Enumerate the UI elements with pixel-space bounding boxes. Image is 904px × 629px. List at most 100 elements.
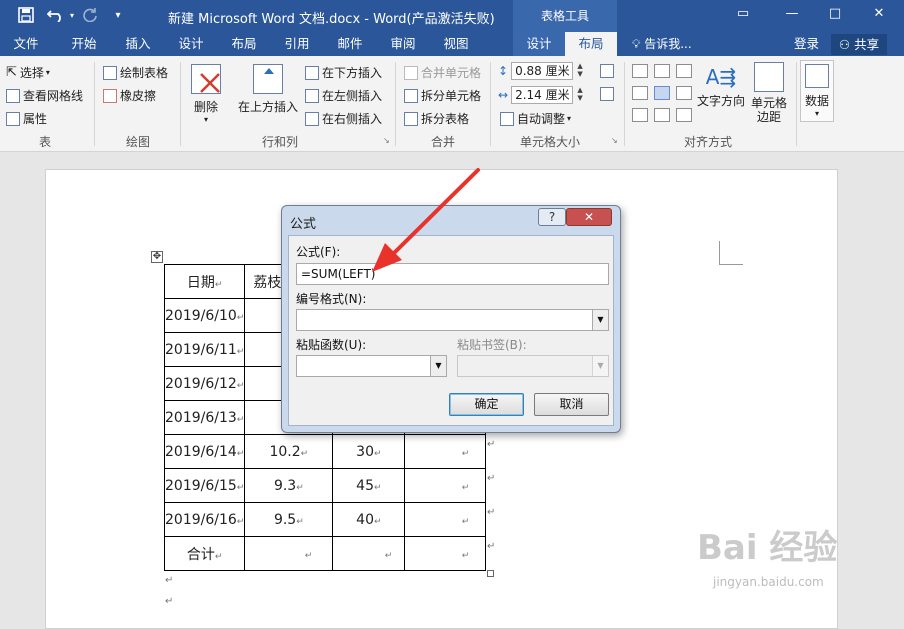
tab-review[interactable]: 审阅 — [381, 32, 425, 56]
number-format-select[interactable]: ▼ — [296, 309, 609, 331]
split-cells-button[interactable]: 拆分单元格 — [404, 87, 481, 104]
distribute-columns-button[interactable] — [600, 87, 617, 101]
table-cell[interactable]: 2019/6/14↵ — [163, 434, 246, 469]
table-cell[interactable]: 9.3↵ — [244, 468, 334, 503]
table-cell[interactable]: 日期↵ — [163, 264, 246, 299]
table-cell[interactable]: 2019/6/10↵ — [163, 298, 246, 333]
help-button[interactable]: ? — [538, 208, 566, 226]
paste-bookmark-select[interactable]: ▼ — [457, 355, 609, 377]
table-cell[interactable]: 45↵ — [332, 468, 406, 503]
save-icon[interactable] — [16, 5, 36, 25]
align-middle-left-icon[interactable] — [632, 86, 648, 100]
maximize-icon[interactable]: □ — [823, 4, 847, 24]
table-cell[interactable]: ↵ — [404, 468, 487, 503]
align-top-right-icon[interactable] — [676, 64, 692, 78]
table-cell[interactable]: 9.5↵ — [244, 502, 334, 537]
table-cell[interactable]: 30↵ — [332, 434, 406, 469]
dialog-title: 公式 — [290, 217, 317, 232]
table-cell[interactable]: 2019/6/13↵ — [163, 400, 246, 435]
undo-dropdown-icon[interactable]: ▾ — [67, 5, 77, 25]
chevron-down-icon[interactable]: ▼ — [592, 356, 608, 376]
chevron-down-icon[interactable]: ▼ — [592, 310, 608, 330]
redo-icon[interactable] — [80, 5, 100, 25]
spin-arrows-icon[interactable]: ▲ ▼ — [575, 86, 585, 104]
insert-left-button[interactable]: 在左侧插入 — [305, 87, 382, 104]
table-cell[interactable]: ↵ — [332, 536, 406, 571]
table-move-handle-icon[interactable]: ✥ — [151, 251, 163, 263]
table-cell[interactable]: 合计↵ — [163, 536, 246, 571]
column-width-input[interactable]: 2.14 厘米 — [511, 86, 574, 104]
table-cell[interactable]: ↵ — [404, 536, 487, 571]
spin-arrows-icon[interactable]: ▲ ▼ — [575, 62, 585, 80]
column-width-stepper[interactable]: ↔ 2.14 厘米 ▲ ▼ — [498, 86, 585, 104]
minimize-icon[interactable]: — — [780, 4, 804, 24]
close-button[interactable]: ✕ — [566, 208, 612, 226]
table-cell[interactable]: ↵ — [244, 536, 334, 571]
formula-input[interactable]: =SUM(LEFT) — [296, 263, 609, 285]
merge-cells-button[interactable]: 合并单元格 — [404, 64, 481, 81]
paste-function-select[interactable]: ▼ — [296, 355, 447, 377]
align-bottom-right-icon[interactable] — [676, 108, 692, 122]
text-direction-button[interactable]: A⇶ 文字方向 — [697, 62, 745, 109]
row-height-input[interactable]: 0.88 厘米 — [511, 62, 574, 80]
tab-layout[interactable]: 布局 — [222, 32, 266, 56]
delete-button[interactable]: 删除 ▾ — [188, 64, 224, 124]
table-cell[interactable]: ↵ — [404, 434, 487, 469]
cell-margins-button[interactable]: 单元格 边距 — [748, 62, 790, 124]
autofit-button[interactable]: 自动调整 ▾ — [500, 110, 571, 127]
table-cell[interactable]: 2019/6/12↵ — [163, 366, 246, 401]
table-cell[interactable]: 40↵ — [332, 502, 406, 537]
table-cell[interactable]: ↵ — [404, 502, 487, 537]
align-bottom-left-icon[interactable] — [632, 108, 648, 122]
tab-mailings[interactable]: 邮件 — [328, 32, 372, 56]
tab-insert[interactable]: 插入 — [116, 32, 160, 56]
share-button[interactable]: ⚇ 共享 — [831, 34, 887, 55]
tell-me-search[interactable]: 💡︎ 告诉我... — [632, 32, 692, 56]
table-resize-handle[interactable] — [487, 570, 494, 577]
undo-icon[interactable] — [45, 5, 67, 25]
tab-home[interactable]: 开始 — [62, 32, 106, 56]
pencil-icon — [103, 65, 117, 80]
eraser-button[interactable]: 橡皮擦 — [103, 87, 156, 104]
properties-button[interactable]: 属性 — [6, 110, 47, 127]
align-top-left-icon[interactable] — [632, 64, 648, 78]
ribbon-display-options-icon[interactable]: ▭ — [731, 4, 755, 24]
table-cell[interactable]: 2019/6/11↵ — [163, 332, 246, 367]
dialog-launcher-icon[interactable]: ↘ — [611, 136, 618, 145]
tab-table-design[interactable]: 设计 — [513, 32, 565, 56]
split-table-button[interactable]: 拆分表格 — [404, 110, 469, 127]
data-icon — [805, 64, 829, 88]
row-height-stepper[interactable]: ↕ 0.88 厘米 ▲ ▼ — [498, 62, 585, 80]
customize-qat-icon[interactable]: ▾ — [112, 5, 124, 25]
group-separator — [490, 62, 491, 146]
group-label-merge: 合并 — [430, 135, 455, 149]
data-button[interactable]: 数据 ▾ — [800, 60, 834, 122]
align-middle-right-icon[interactable] — [676, 86, 692, 100]
cancel-button[interactable]: 取消 — [534, 393, 609, 416]
select-button[interactable]: ⇱ 选择 ▾ — [6, 64, 50, 81]
table-cell[interactable]: 2019/6/16↵ — [163, 502, 246, 537]
draw-table-button[interactable]: 绘制表格 — [103, 64, 168, 81]
distribute-rows-button[interactable] — [600, 64, 617, 78]
tab-table-layout[interactable]: 布局 — [565, 32, 617, 56]
ok-button[interactable]: 确定 — [449, 393, 524, 416]
insert-below-button[interactable]: 在下方插入 — [305, 64, 382, 81]
table-cell[interactable]: 10.2↵ — [244, 434, 334, 469]
tab-file[interactable]: 文件 — [4, 32, 48, 56]
align-top-center-icon[interactable] — [654, 64, 670, 78]
row-end-mark: ↵ — [487, 473, 496, 484]
row-end-mark: ↵ — [487, 507, 496, 518]
insert-above-button[interactable]: 在上方插入 — [236, 64, 300, 115]
align-bottom-center-icon[interactable] — [654, 108, 670, 122]
tab-view[interactable]: 视图 — [434, 32, 478, 56]
tab-design[interactable]: 设计 — [169, 32, 213, 56]
close-icon[interactable]: ✕ — [867, 4, 891, 24]
tab-references[interactable]: 引用 — [275, 32, 319, 56]
table-cell[interactable]: 2019/6/15↵ — [163, 468, 246, 503]
align-middle-center-icon[interactable] — [654, 86, 670, 100]
dialog-launcher-icon[interactable]: ↘ — [383, 136, 390, 145]
insert-right-button[interactable]: 在右侧插入 — [305, 110, 382, 127]
chevron-down-icon[interactable]: ▼ — [430, 356, 446, 376]
sign-in-link[interactable]: 登录 — [794, 32, 819, 56]
view-gridlines-button[interactable]: 查看网格线 — [6, 87, 83, 104]
